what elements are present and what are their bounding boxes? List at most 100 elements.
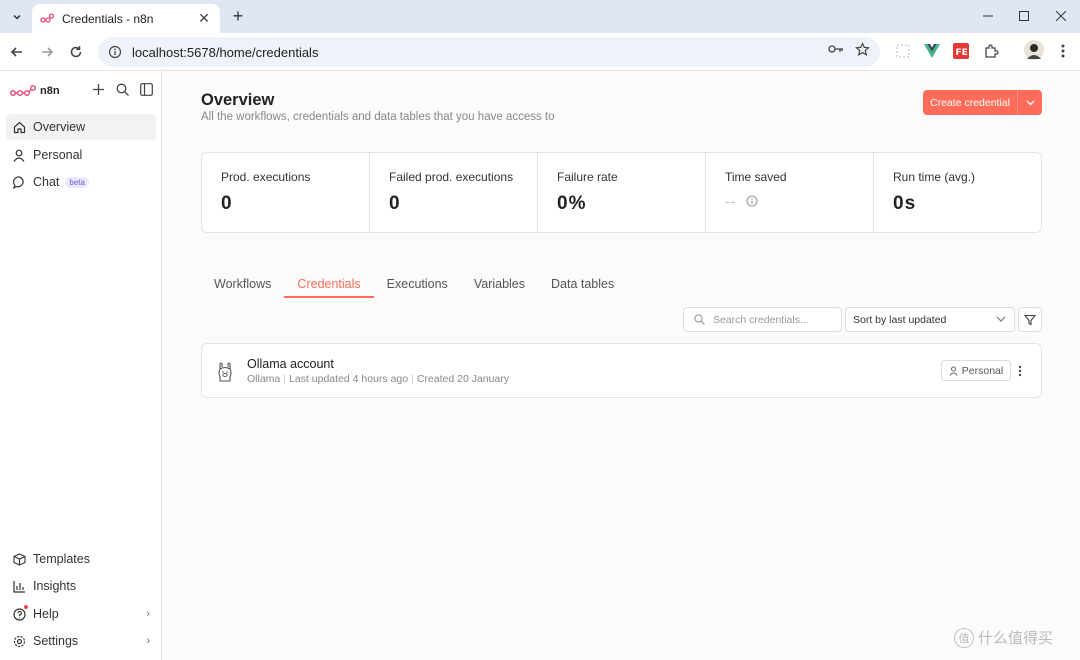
extensions-puzzle-icon[interactable] xyxy=(982,42,1000,60)
credential-meta: Ollama | Last updated 4 hours ago | Created … xyxy=(247,373,509,385)
forward-icon[interactable] xyxy=(36,41,58,63)
user-icon xyxy=(12,148,26,162)
watermark: 值 什么值得买 xyxy=(954,627,1053,648)
tab-search-dropdown-icon[interactable] xyxy=(6,6,28,28)
stat-run-time-avg[interactable]: Run time (avg.) 0s xyxy=(874,153,1041,232)
address-bar[interactable]: localhost:5678/home/credentials xyxy=(98,37,880,67)
ollama-llama-icon xyxy=(218,362,232,382)
sidebar-item-templates[interactable]: Templates xyxy=(6,546,156,572)
stat-label: Time saved xyxy=(725,170,787,184)
sidebar-item-label: Insights xyxy=(33,579,77,593)
stat-prod-executions[interactable]: Prod. executions 0 xyxy=(202,153,370,232)
tab-data-tables[interactable]: Data tables xyxy=(538,271,627,297)
info-icon[interactable] xyxy=(746,195,758,207)
watermark-logo-icon: 值 xyxy=(954,627,974,648)
stat-failure-rate[interactable]: Failure rate 0% xyxy=(538,153,706,232)
tab-credentials[interactable]: Credentials xyxy=(284,271,374,298)
tab-title: Credentials - n8n xyxy=(62,11,154,26)
search-credentials-input[interactable]: Search credentials... xyxy=(683,307,842,332)
credential-updated: Last updated 4 hours ago xyxy=(289,373,409,385)
sidebar-item-label: Templates xyxy=(33,552,90,566)
brand-name: n8n xyxy=(40,85,60,97)
search-icon[interactable] xyxy=(114,81,130,97)
home-icon xyxy=(12,120,26,134)
watermark-text: 什么值得买 xyxy=(978,630,1054,647)
collapse-sidebar-icon[interactable] xyxy=(138,81,154,97)
sort-select[interactable]: Sort by last updated xyxy=(845,307,1015,332)
password-key-icon[interactable] xyxy=(827,40,845,58)
sidebar-item-settings[interactable]: Settings › xyxy=(6,628,156,654)
chevron-right-icon: › xyxy=(146,635,150,647)
url-text: localhost:5678/home/credentials xyxy=(132,44,319,60)
site-info-icon[interactable] xyxy=(108,45,122,59)
browser-tab-active[interactable]: Credentials - n8n ✕ xyxy=(32,4,220,33)
stat-time-saved[interactable]: Time saved -- xyxy=(706,153,874,232)
reload-icon[interactable] xyxy=(65,41,87,63)
sidebar-item-label: Help xyxy=(33,607,59,621)
chevron-down-icon[interactable] xyxy=(1018,90,1042,115)
stat-value: -- xyxy=(725,193,737,209)
sidebar-item-label: Settings xyxy=(33,634,79,648)
stat-value: 0 xyxy=(389,193,401,214)
notification-dot xyxy=(24,605,28,609)
stat-value: 0% xyxy=(557,193,587,214)
stat-label: Run time (avg.) xyxy=(893,170,976,184)
vue-devtools-icon[interactable] xyxy=(923,42,941,60)
tab-variables[interactable]: Variables xyxy=(461,271,538,297)
stats-summary: Prod. executions 0 Failed prod. executio… xyxy=(201,152,1042,233)
create-credential-label[interactable]: Create credential xyxy=(923,90,1018,115)
filter-button[interactable] xyxy=(1018,307,1042,332)
credential-card[interactable]: Ollama account Ollama | Last updated 4 hou… xyxy=(201,343,1042,398)
minimize-icon[interactable] xyxy=(977,6,999,26)
create-credential-button[interactable]: Create credential xyxy=(923,90,1042,115)
bookmark-star-icon[interactable] xyxy=(853,40,871,58)
svg-text:FE: FE xyxy=(956,48,968,58)
user-icon xyxy=(949,366,958,376)
sidebar: n8n Overview Personal Chat beta Template… xyxy=(0,71,162,660)
main-content: Overview All the workflows, credentials … xyxy=(162,71,1080,660)
beta-badge: beta xyxy=(65,176,89,188)
page-title: Overview xyxy=(201,91,275,109)
maximize-icon[interactable] xyxy=(1013,6,1035,26)
stat-label: Prod. executions xyxy=(221,170,311,184)
window-close-icon[interactable] xyxy=(1050,6,1072,26)
credential-name[interactable]: Ollama account xyxy=(247,357,334,371)
tab-close-icon[interactable]: ✕ xyxy=(196,10,212,27)
new-tab-button[interactable]: + xyxy=(228,6,248,26)
n8n-favicon-icon xyxy=(40,12,54,23)
sort-selected-value: Sort by last updated xyxy=(853,313,947,326)
divider: | xyxy=(283,373,286,385)
sidebar-item-label: Overview xyxy=(33,120,86,134)
back-icon[interactable] xyxy=(6,41,28,63)
sidebar-item-personal[interactable]: Personal xyxy=(6,142,156,168)
sidebar-item-help[interactable]: Help › xyxy=(6,601,156,627)
filter-funnel-icon xyxy=(1024,314,1036,325)
chevron-down-icon xyxy=(996,314,1006,326)
n8n-logo-icon xyxy=(10,85,36,96)
stat-value: 0 xyxy=(221,193,233,214)
owner-label: Personal xyxy=(961,364,1004,377)
sidebar-item-insights[interactable]: Insights xyxy=(6,573,156,599)
sidebar-item-overview[interactable]: Overview xyxy=(6,114,156,140)
brand-logo[interactable]: n8n xyxy=(10,81,155,101)
help-circle-icon xyxy=(12,605,28,621)
stat-value-row: -- xyxy=(725,193,873,209)
tab-workflows[interactable]: Workflows xyxy=(201,271,284,297)
stat-failed-prod-executions[interactable]: Failed prod. executions 0 xyxy=(370,153,538,232)
add-icon[interactable] xyxy=(90,81,106,97)
tab-executions[interactable]: Executions xyxy=(374,271,461,297)
profile-avatar[interactable] xyxy=(1024,40,1044,60)
page-subtitle: All the workflows, credentials and data … xyxy=(201,111,555,123)
credential-type: Ollama xyxy=(247,373,281,385)
templates-box-icon xyxy=(12,552,26,566)
more-actions-icon[interactable] xyxy=(1015,362,1025,380)
browser-tab-bar: Credentials - n8n ✕ + xyxy=(0,0,1080,33)
divider: | xyxy=(411,373,414,385)
fe-helper-icon[interactable]: FE xyxy=(952,42,970,60)
extension-screenshot-icon[interactable] xyxy=(894,42,912,60)
sidebar-item-chat[interactable]: Chat beta xyxy=(6,169,156,195)
stat-label: Failure rate xyxy=(557,170,618,184)
sidebar-item-label: Chat xyxy=(33,175,60,189)
browser-menu-icon[interactable] xyxy=(1054,42,1072,60)
chevron-right-icon: › xyxy=(146,608,150,620)
